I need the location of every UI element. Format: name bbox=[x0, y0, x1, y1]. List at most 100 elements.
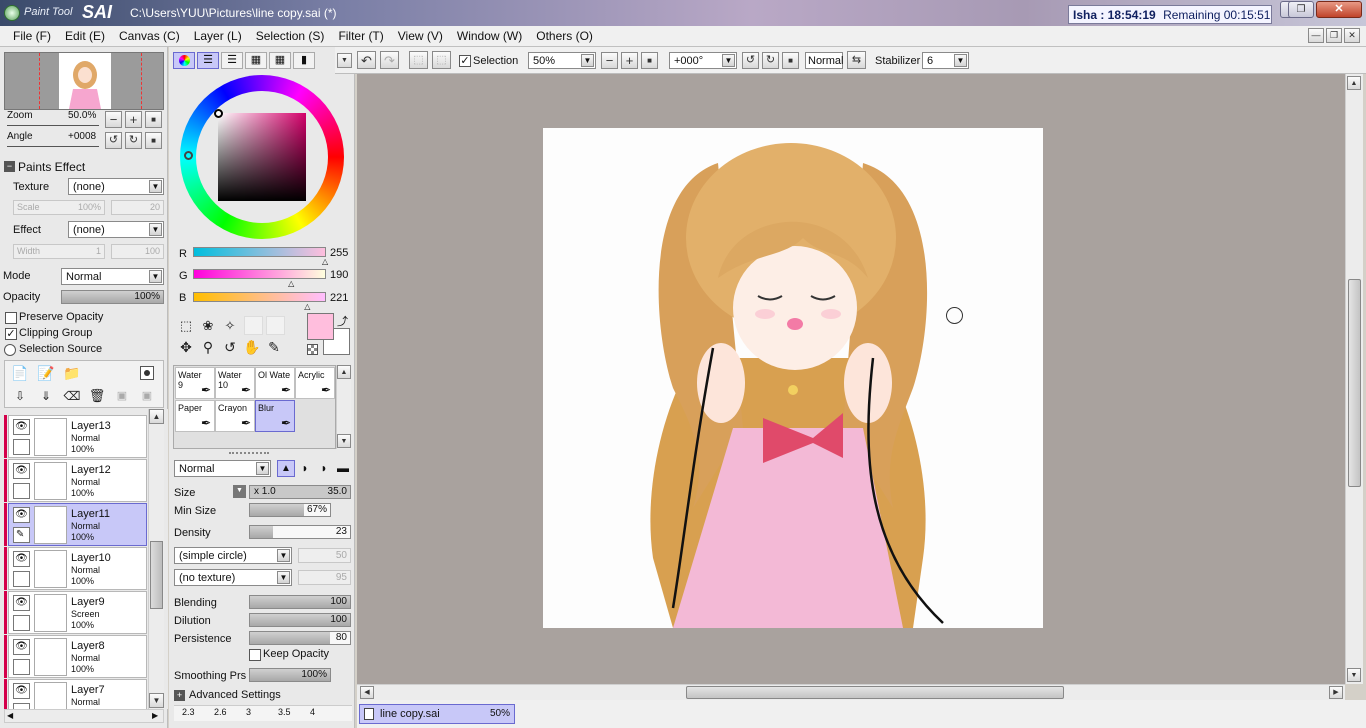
zoom-out-button[interactable]: − bbox=[105, 111, 122, 128]
toolbar-zoom-out-button[interactable]: − bbox=[601, 52, 618, 69]
show-selection-checkbox[interactable]: ✓ bbox=[459, 55, 471, 67]
zoom-in-button[interactable]: + bbox=[125, 111, 142, 128]
canvas-hscrollbar[interactable]: ◀ ▶ bbox=[357, 684, 1345, 700]
rotate-tool-icon[interactable]: ↺ bbox=[221, 338, 239, 356]
redo-button[interactable]: ↷ bbox=[380, 51, 399, 69]
swap-colors-icon[interactable]: ⤴ bbox=[337, 313, 348, 329]
flip-view-button[interactable]: ⇆ bbox=[847, 51, 866, 69]
sv-picker-handle[interactable] bbox=[214, 109, 223, 118]
scroll-left-button[interactable]: ◀ bbox=[360, 686, 374, 699]
persistence-bar[interactable]: 80 bbox=[249, 631, 351, 645]
angle-select[interactable]: +000° ▼ bbox=[669, 52, 737, 69]
layer-row[interactable]: 👁 Layer13 Normal 100% bbox=[8, 415, 147, 458]
undo-button[interactable]: ↶ bbox=[357, 51, 376, 69]
canvas-vscroll-thumb[interactable] bbox=[1348, 279, 1361, 487]
rotate-left-button[interactable]: ↺ bbox=[105, 132, 122, 149]
brush-texture-select[interactable]: (no texture) ▼ bbox=[174, 569, 292, 586]
rotate-reset-button[interactable]: ■ bbox=[145, 132, 162, 149]
dilution-bar[interactable]: 100 bbox=[249, 613, 351, 627]
brush-slot[interactable]: Water 9 ✒ bbox=[175, 367, 215, 399]
brush-grid-scrollbar[interactable]: ▲ ▼ bbox=[336, 365, 351, 449]
brush-slot[interactable]: Crayon ✒ bbox=[215, 400, 255, 432]
hue-picker-handle[interactable] bbox=[184, 151, 193, 160]
scroll-right-button[interactable]: ▶ bbox=[1329, 686, 1343, 699]
view-mode-select[interactable]: Normal bbox=[805, 52, 843, 69]
transfer-down-icon[interactable]: ⇓ bbox=[37, 387, 55, 405]
close-button[interactable]: ✕ bbox=[1316, 1, 1362, 18]
saturation-value-square[interactable] bbox=[218, 113, 306, 201]
zoom-tool-icon[interactable]: ⚲ bbox=[199, 338, 217, 356]
eye-icon[interactable]: 👁 bbox=[13, 551, 30, 567]
menu-item-5[interactable]: Filter (T) bbox=[331, 26, 390, 46]
brush-slot[interactable]: Acrylic ✒ bbox=[295, 367, 335, 399]
color-wheel[interactable] bbox=[180, 75, 344, 239]
layer-row[interactable]: 👁 Layer12 Normal 100% bbox=[8, 459, 147, 502]
panel-menu-button[interactable]: ▼ bbox=[337, 53, 352, 68]
rect-select-tool-icon[interactable]: ⬚ bbox=[177, 317, 195, 335]
layer-lock-slot[interactable] bbox=[13, 483, 30, 499]
edge-soft-icon[interactable]: ◗ bbox=[315, 460, 333, 477]
size-preset[interactable]: 4 bbox=[310, 707, 315, 717]
clear-layer-icon[interactable]: ⌫ bbox=[63, 387, 81, 405]
color-wheel-tab-icon[interactable] bbox=[173, 52, 195, 69]
size-preset[interactable]: 2.3 bbox=[182, 707, 195, 717]
paints-effect-toggle-icon[interactable]: − bbox=[4, 161, 15, 172]
effect-select[interactable]: (none) ▼ bbox=[68, 221, 164, 238]
selection-source-radio[interactable] bbox=[4, 344, 16, 356]
clipping-group-checkbox[interactable]: ✓ bbox=[5, 328, 17, 340]
scratchpad-tab-icon[interactable]: ▮ bbox=[293, 52, 315, 69]
canvas-viewport[interactable] bbox=[357, 74, 1345, 684]
brush-slot[interactable]: Water 10 ✒ bbox=[215, 367, 255, 399]
menu-item-6[interactable]: View (V) bbox=[391, 26, 450, 46]
eye-icon[interactable]: 👁 bbox=[13, 595, 30, 611]
preserve-opacity-checkbox[interactable] bbox=[5, 312, 17, 324]
rotate-right-button[interactable]: ↻ bbox=[125, 132, 142, 149]
eye-icon[interactable]: 👁 bbox=[13, 639, 30, 655]
scroll-down-button[interactable]: ▼ bbox=[337, 434, 351, 448]
angle-slider[interactable] bbox=[7, 142, 99, 147]
scroll-up-button[interactable]: ▲ bbox=[337, 365, 351, 379]
eyedropper-tool-icon[interactable]: ✎ bbox=[265, 338, 283, 356]
eye-icon[interactable]: 👁 bbox=[13, 463, 30, 479]
canvas-vscrollbar[interactable]: ▲ ▼ bbox=[1345, 74, 1363, 684]
menu-item-0[interactable]: File (F) bbox=[6, 26, 58, 46]
r-slider-handle[interactable]: △ bbox=[322, 257, 328, 266]
brush-shape-select[interactable]: (simple circle) ▼ bbox=[174, 547, 292, 564]
menu-item-3[interactable]: Layer (L) bbox=[187, 26, 249, 46]
lasso-tool-icon[interactable]: ❀ bbox=[199, 317, 217, 335]
layer-mask-icon[interactable]: ▣ bbox=[113, 387, 131, 405]
layer-opacity-bar[interactable]: 100% bbox=[61, 290, 164, 304]
mixer-tab-icon[interactable]: ▦ bbox=[245, 52, 267, 69]
layer-list-hscroll[interactable]: ◀ ▶ bbox=[4, 709, 164, 723]
scroll-down-button[interactable]: ▼ bbox=[149, 693, 164, 708]
brush-blend-select[interactable]: Normal ▼ bbox=[174, 460, 271, 477]
toolbar-rotate-reset-button[interactable]: ■ bbox=[782, 52, 799, 69]
merge-down-icon[interactable]: ⇩ bbox=[11, 387, 29, 405]
maximize-button[interactable]: ❐ bbox=[1288, 1, 1314, 18]
chevron-left-icon[interactable]: ◀ bbox=[7, 711, 13, 720]
scroll-down-button[interactable]: ▼ bbox=[1347, 668, 1361, 682]
layer-mode-select[interactable]: Normal ▼ bbox=[61, 268, 164, 285]
mdi-minimize-button[interactable]: — bbox=[1308, 28, 1324, 43]
brush-slot[interactable]: Ol Wate ✒ bbox=[255, 367, 295, 399]
size-bar[interactable]: x 1.0 35.0 bbox=[249, 485, 351, 499]
edge-medium-icon[interactable]: ◗ bbox=[296, 460, 314, 477]
toolbar-zoom-reset-button[interactable]: ■ bbox=[641, 52, 658, 69]
density-bar[interactable]: 23 bbox=[249, 525, 351, 539]
size-preset[interactable]: 2.6 bbox=[214, 707, 227, 717]
chevron-right-icon[interactable]: ▶ bbox=[152, 711, 158, 720]
new-linework-layer-icon[interactable]: 📝 bbox=[37, 364, 55, 382]
new-layer-icon[interactable]: 📄 bbox=[11, 364, 29, 382]
keep-opacity-checkbox[interactable] bbox=[249, 649, 261, 661]
menu-item-8[interactable]: Others (O) bbox=[529, 26, 600, 46]
smoothing-bar[interactable]: 100% bbox=[249, 668, 331, 682]
layer-list-scroll-thumb[interactable] bbox=[150, 541, 163, 609]
edge-flat-icon[interactable]: ▬ bbox=[334, 460, 352, 477]
mdi-restore-button[interactable]: ❐ bbox=[1326, 28, 1342, 43]
layer-row[interactable]: 👁 Layer10 Normal 100% bbox=[8, 547, 147, 590]
toolbar-rotate-right-button[interactable]: ↻ bbox=[762, 52, 779, 69]
edge-hard-icon[interactable]: ▲ bbox=[277, 460, 295, 477]
eye-icon[interactable]: 👁 bbox=[13, 419, 30, 435]
eye-icon[interactable]: 👁 bbox=[13, 683, 30, 699]
hsv-slider-tab-icon[interactable]: ☰ bbox=[221, 52, 243, 69]
